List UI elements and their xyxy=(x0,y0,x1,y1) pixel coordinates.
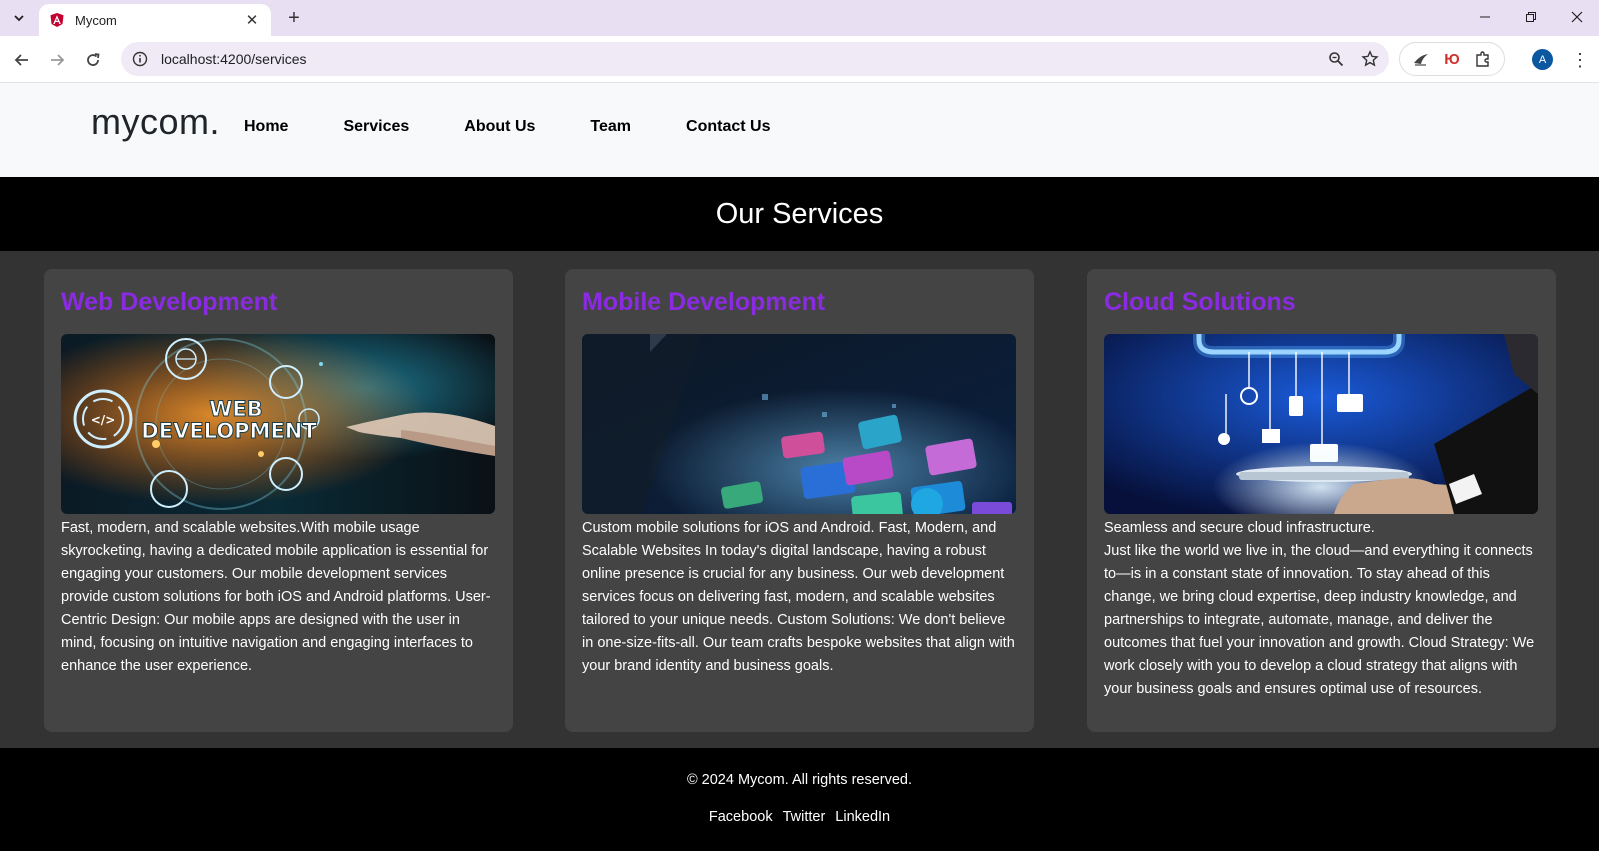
extension-bird-icon[interactable] xyxy=(1409,47,1433,71)
extension-translate-icon[interactable]: Ю xyxy=(1440,47,1464,71)
angular-favicon-icon xyxy=(50,13,64,27)
service-title: Mobile Development xyxy=(582,288,826,316)
page-title: Our Services xyxy=(715,197,884,230)
mobile-development-image xyxy=(582,334,1016,514)
services-section: Web Development </> WEB DEVELOPMENT Fast… xyxy=(0,251,1599,748)
image-caption-line-1: WEB xyxy=(209,397,263,421)
linkedin-link[interactable]: LinkedIn xyxy=(835,809,890,825)
forward-arrow-icon[interactable] xyxy=(43,46,71,74)
service-title: Cloud Solutions xyxy=(1104,288,1296,316)
nav-about-us[interactable]: About Us xyxy=(464,118,535,136)
twitter-link[interactable]: Twitter xyxy=(783,809,826,825)
nav-home[interactable]: Home xyxy=(244,118,288,136)
close-window-icon[interactable] xyxy=(1555,0,1599,34)
zoom-icon[interactable] xyxy=(1321,44,1351,74)
browser-menu-icon[interactable]: ⋮ xyxy=(1568,46,1592,74)
bookmark-star-icon[interactable] xyxy=(1355,44,1385,74)
service-title: Web Development xyxy=(61,288,278,316)
service-card-web-development: Web Development </> WEB DEVELOPMENT Fast… xyxy=(44,269,513,732)
cloud-solutions-image xyxy=(1104,334,1538,514)
restore-icon[interactable] xyxy=(1509,0,1553,34)
nav-team[interactable]: Team xyxy=(590,118,631,136)
service-card-mobile-development: Mobile Development Custom mobile solutio… xyxy=(565,269,1034,732)
copyright-text: © 2024 Mycom. All rights reserved. xyxy=(686,772,913,788)
tab-title: Mycom xyxy=(75,12,117,28)
social-links: Facebook Twitter LinkedIn xyxy=(0,809,1599,825)
service-description: Custom mobile solutions for iOS and Andr… xyxy=(582,520,1015,674)
image-caption-line-2: DEVELOPMENT xyxy=(141,419,317,443)
site-info-icon[interactable] xyxy=(125,44,155,74)
tab-search-chevron-icon[interactable] xyxy=(6,6,32,30)
tab-close-icon[interactable]: ✕ xyxy=(243,11,261,29)
site-footer: © 2024 Mycom. All rights reserved. Faceb… xyxy=(0,748,1599,851)
main-nav: Home Services About Us Team Contact Us xyxy=(244,118,825,136)
extensions-puzzle-icon[interactable] xyxy=(1471,47,1495,71)
svg-text:</>: </> xyxy=(91,413,116,427)
page-hero: Our Services xyxy=(0,177,1599,251)
service-description: Seamless and secure cloud infrastructure… xyxy=(1104,520,1375,536)
service-description-extra: Just like the world we live in, the clou… xyxy=(1104,543,1535,697)
new-tab-plus-icon[interactable]: + xyxy=(282,6,306,30)
browser-toolbar: localhost:4200/services Ю A ⋮ xyxy=(0,36,1599,83)
site-header: mycom. Home Services About Us Team Conta… xyxy=(0,83,1599,177)
nav-contact-us[interactable]: Contact Us xyxy=(686,118,770,136)
profile-avatar[interactable]: A xyxy=(1532,49,1553,70)
web-development-image: </> WEB DEVELOPMENT xyxy=(61,334,495,514)
url-text[interactable]: localhost:4200/services xyxy=(161,51,1321,67)
back-arrow-icon[interactable] xyxy=(8,46,36,74)
address-bar[interactable]: localhost:4200/services xyxy=(121,42,1389,76)
service-card-cloud-solutions: Cloud Solutions Seamless and secure clou… xyxy=(1087,269,1556,732)
site-logo[interactable]: mycom. xyxy=(91,101,220,143)
facebook-link[interactable]: Facebook xyxy=(709,809,773,825)
page-viewport: mycom. Home Services About Us Team Conta… xyxy=(0,83,1599,851)
service-description: Fast, modern, and scalable websites.With… xyxy=(61,520,491,674)
nav-services[interactable]: Services xyxy=(343,118,409,136)
browser-tab[interactable]: Mycom ✕ xyxy=(39,4,271,36)
browser-tabstrip: Mycom ✕ + xyxy=(0,0,1599,36)
reload-icon[interactable] xyxy=(79,46,107,74)
extensions-group: Ю xyxy=(1399,42,1505,76)
minimize-icon[interactable] xyxy=(1463,0,1507,34)
